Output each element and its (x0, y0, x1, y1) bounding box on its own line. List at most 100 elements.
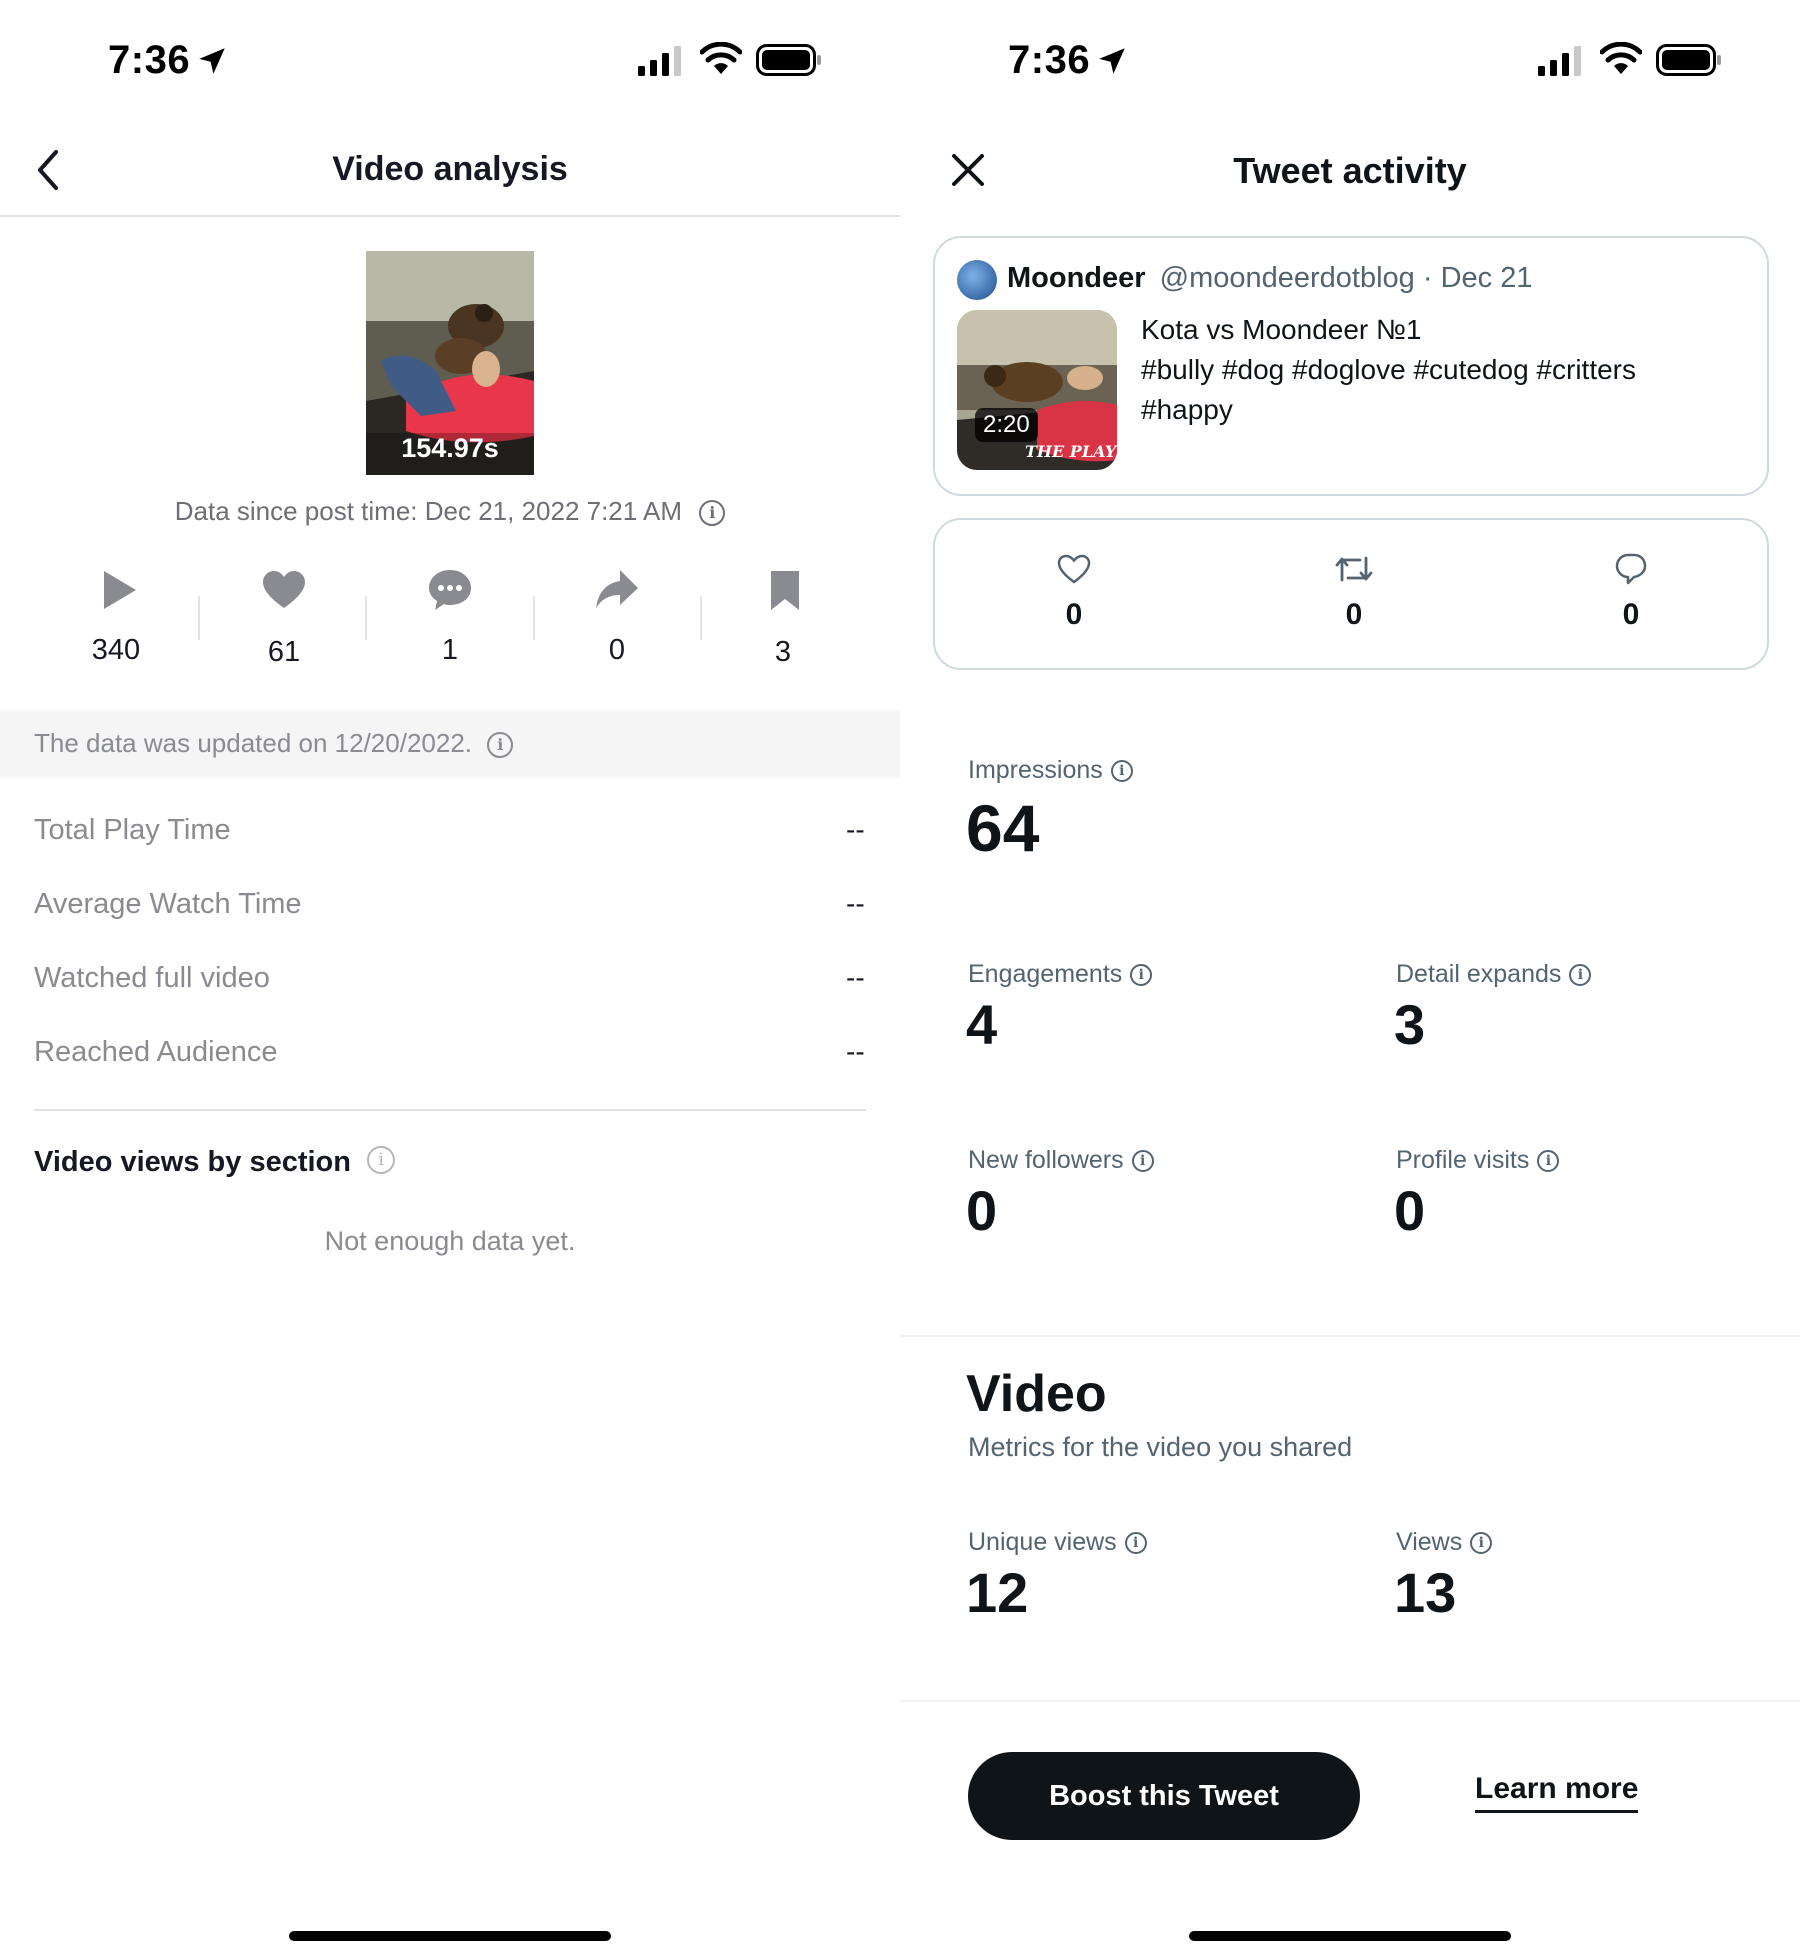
engagement-counts-card: 0 0 0 (933, 518, 1769, 670)
info-icon[interactable]: i (1130, 964, 1153, 987)
page-title: Video analysis (332, 150, 568, 188)
section-title-row: Video views by section i (34, 1146, 396, 1179)
share-icon (596, 570, 638, 608)
views-value: 13 (1394, 1561, 1457, 1624)
empty-state-text: Not enough data yet. (324, 1226, 576, 1256)
metric-label-total-play-time: Total Play Time (34, 814, 231, 846)
metric-label-average-watch-time: Average Watch Time (34, 888, 302, 920)
unique-views-value: 12 (966, 1561, 1029, 1624)
signal-icon (1538, 46, 1581, 76)
views-label-row: Views i (1396, 1528, 1493, 1557)
metric-label-watched-full-video: Watched full video (34, 962, 270, 994)
status-time: 7:36 (108, 38, 191, 82)
metric-value-total-play-time: -- (846, 814, 865, 845)
impressions-value: 64 (966, 791, 1040, 865)
tweet-text: Kota vs Moondeer №1 #bully #dog #doglove… (1141, 310, 1741, 430)
data-since-row: Data since post time: Dec 21, 2022 7:21 … (0, 496, 900, 527)
stat-value-comments: 1 (441, 634, 459, 666)
learn-more-link[interactable]: Learn more (1475, 1772, 1639, 1813)
like-count: 0 (1065, 598, 1083, 631)
reply-icon (1615, 553, 1647, 585)
info-icon[interactable]: i (1470, 1532, 1493, 1555)
tweet-video-thumbnail[interactable]: THE PLAYFUL 2:20 (957, 310, 1117, 470)
views-label: Views (1396, 1528, 1463, 1556)
battery-icon (756, 44, 821, 76)
updated-banner-row: The data was updated on 12/20/2022. i (34, 728, 514, 759)
page-title: Tweet activity (1233, 150, 1467, 191)
tweet-text-line: #bully #dog #doglove #cutedog #critters (1141, 354, 1637, 385)
home-indicator[interactable] (289, 1931, 611, 1941)
handle-date: @moondeerdotblog · Dec 21 (1159, 262, 1533, 294)
info-icon[interactable]: i (487, 732, 514, 759)
tweet-text-line: Kota vs Moondeer №1 (1141, 314, 1422, 345)
new-followers-value: 0 (966, 1179, 998, 1242)
video-thumbnail[interactable]: 154.97s (366, 251, 534, 475)
info-icon[interactable]: i (367, 1146, 396, 1174)
stat-value-favorites: 3 (774, 636, 792, 668)
info-icon[interactable]: i (699, 500, 726, 527)
video-watermark: THE PLAYFUL (1025, 442, 1117, 461)
retweet-count: 0 (1345, 598, 1363, 631)
stat-value-plays: 340 (91, 634, 141, 666)
signal-icon (638, 46, 681, 76)
bookmark-icon (771, 571, 799, 610)
boost-tweet-button[interactable]: Boost this Tweet (968, 1752, 1360, 1840)
video-section-title: Video (966, 1365, 1107, 1423)
stat-value-shares: 0 (608, 634, 626, 666)
comment-icon (429, 570, 471, 610)
display-name[interactable]: Moondeer (1007, 262, 1146, 294)
profile-visits-value: 0 (1394, 1179, 1426, 1242)
info-icon[interactable]: i (1537, 1150, 1560, 1173)
retweet-icon (1335, 556, 1373, 582)
reply-count: 0 (1622, 598, 1640, 631)
section-title: Video views by section (34, 1146, 351, 1178)
tweet-activity-screen: 7:36 Tweet activity Moondeer @moondeerdo… (900, 0, 1800, 1951)
updated-banner-text: The data was updated on 12/20/2022. (34, 728, 473, 758)
wifi-icon (700, 42, 742, 74)
location-arrow-icon (1099, 48, 1125, 74)
status-time: 7:36 (1008, 38, 1091, 82)
info-icon[interactable]: i (1124, 1532, 1147, 1555)
stat-divider (198, 596, 200, 640)
video-section-subtitle: Metrics for the video you shared (968, 1432, 1353, 1462)
wifi-icon (1600, 42, 1642, 74)
metric-value-reached-audience: -- (846, 1036, 865, 1067)
video-duration-label: 154.97s (401, 433, 499, 463)
updated-banner: The data was updated on 12/20/2022. i (0, 710, 900, 778)
avatar[interactable] (957, 260, 997, 300)
impressions-label: Impressions (968, 756, 1103, 784)
video-duration-badge: 2:20 (975, 408, 1038, 442)
tweet-header: Moondeer @moondeerdotblog · Dec 21 (1007, 262, 1532, 295)
section-divider (900, 1335, 1800, 1337)
engagements-value: 4 (966, 993, 998, 1056)
stat-divider (533, 596, 535, 640)
engagements-label-row: Engagements i (968, 960, 1153, 989)
battery-icon (1656, 44, 1721, 76)
home-indicator[interactable] (1189, 1931, 1511, 1941)
video-analysis-screen: 7:36 Video analysis 154.97s Data since p… (0, 0, 900, 1951)
tweet-text-line: #happy (1141, 394, 1233, 425)
stat-value-likes: 61 (267, 636, 301, 668)
profile-visits-label-row: Profile visits i (1396, 1146, 1560, 1175)
heart-outline-icon (1057, 554, 1091, 584)
metric-value-watched-full-video: -- (846, 962, 865, 993)
nav-divider (0, 215, 900, 217)
metric-value-average-watch-time: -- (846, 888, 865, 919)
info-icon[interactable]: i (1110, 760, 1133, 783)
info-icon[interactable]: i (1569, 964, 1592, 987)
detail-expands-value: 3 (1394, 993, 1426, 1056)
stats-row: 340 61 1 0 3 (0, 560, 900, 680)
stat-divider (700, 596, 702, 640)
profile-visits-label: Profile visits (1396, 1146, 1530, 1174)
location-arrow-icon (199, 48, 225, 74)
section-divider (34, 1109, 866, 1111)
unique-views-label-row: Unique views i (968, 1528, 1147, 1557)
metric-label-reached-audience: Reached Audience (34, 1036, 278, 1068)
tweet-card[interactable]: Moondeer @moondeerdotblog · Dec 21 THE P… (933, 236, 1769, 496)
play-icon (104, 571, 136, 609)
info-icon[interactable]: i (1131, 1150, 1154, 1173)
new-followers-label: New followers (968, 1146, 1124, 1174)
section-divider (900, 1700, 1800, 1702)
engagements-label: Engagements (968, 960, 1123, 988)
data-since-text: Data since post time: Dec 21, 2022 7:21 … (174, 496, 683, 526)
